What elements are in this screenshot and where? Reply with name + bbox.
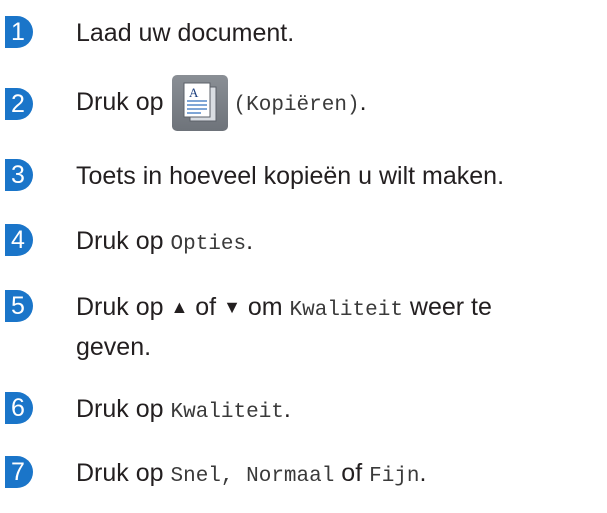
step-text: Laad uw document. bbox=[76, 18, 294, 48]
down-arrow-icon: ▼ bbox=[223, 297, 241, 317]
step-text: Druk op Snel, Normaal of Fijn. bbox=[76, 458, 426, 492]
option-snel: Snel bbox=[170, 465, 221, 488]
instruction-text: Druk op bbox=[76, 227, 171, 255]
step-text: Druk op Opties. bbox=[76, 226, 253, 260]
step-text: Druk op A (Kopiëren). bbox=[76, 74, 367, 134]
instruction-text: Druk op bbox=[76, 395, 171, 423]
option-kwaliteit: Kwaliteit bbox=[170, 401, 284, 424]
step-number-badge: 4 bbox=[5, 224, 33, 256]
step-number-badge: 1 bbox=[5, 16, 33, 48]
option-kwaliteit: Kwaliteit bbox=[289, 299, 403, 322]
instruction-text: Laad uw document. bbox=[76, 19, 295, 47]
svg-text:A: A bbox=[189, 85, 199, 100]
instruction-text: Druk op bbox=[76, 88, 164, 116]
step-number-badge: 7 bbox=[5, 456, 33, 488]
step-number-badge: 5 bbox=[5, 290, 33, 322]
step-text: Toets in hoeveel kopieën u wilt maken. bbox=[76, 161, 504, 191]
period: . bbox=[246, 227, 254, 255]
instruction-text: weer te bbox=[402, 293, 492, 321]
comma: , bbox=[220, 465, 247, 488]
period: . bbox=[359, 88, 367, 116]
step-number-badge: 2 bbox=[5, 88, 33, 120]
step-text: Druk op Kwaliteit. bbox=[76, 394, 291, 428]
instruction-text: Druk op bbox=[76, 459, 171, 487]
option-opties: Opties bbox=[170, 233, 247, 256]
period: . bbox=[419, 459, 427, 487]
up-arrow-icon: ▲ bbox=[170, 297, 189, 317]
period: . bbox=[283, 395, 291, 423]
instruction-text: Druk op bbox=[76, 293, 171, 321]
kopieren-label: (Kopiëren) bbox=[233, 94, 360, 117]
conjunction: of bbox=[334, 459, 370, 487]
copy-icon: A bbox=[171, 75, 228, 132]
step-text: Druk op ▲ of ▼ om Kwaliteit weer te bbox=[76, 292, 492, 326]
step-text-line-2: geven. bbox=[76, 332, 151, 362]
conjunction: of bbox=[188, 293, 224, 321]
step-number-badge: 3 bbox=[5, 159, 33, 191]
instruction-text: om bbox=[240, 293, 290, 321]
instruction-text: Toets in hoeveel kopieën u wilt maken. bbox=[76, 162, 505, 190]
option-normaal: Normaal bbox=[246, 465, 335, 488]
step-number-badge: 6 bbox=[5, 392, 33, 424]
option-fijn: Fijn bbox=[369, 465, 420, 488]
instruction-text: geven. bbox=[76, 333, 152, 361]
